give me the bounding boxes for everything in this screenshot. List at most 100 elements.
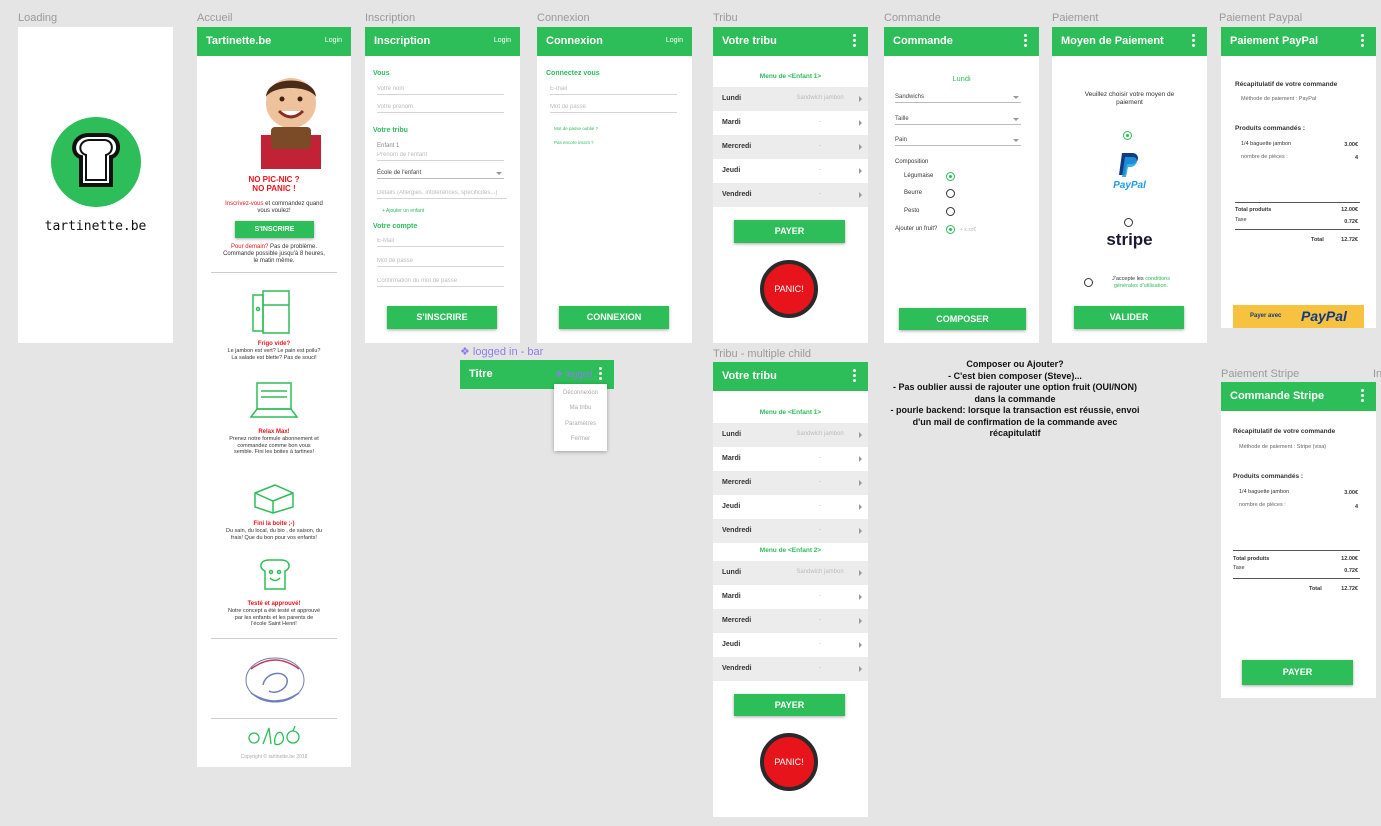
child-details-field[interactable]: Détails (Allergies, intolérences, spécif…: [377, 190, 507, 199]
menu-item-close[interactable]: Fermer: [554, 436, 607, 442]
register-link[interactable]: Pas encore inscrit ?: [554, 140, 594, 145]
menu-item-logout[interactable]: Déconnexion: [554, 390, 607, 396]
option-label-2: Beurre: [904, 190, 923, 196]
login-button[interactable]: CONNEXION: [559, 306, 669, 329]
option-radio-2[interactable]: [946, 189, 955, 198]
more-menu-icon[interactable]: [599, 367, 602, 382]
password-field[interactable]: Mot de passe: [550, 104, 677, 113]
total-value: 12.00€: [1341, 556, 1358, 562]
recap-title: Récapitulatif de votre commande: [1235, 81, 1338, 88]
bread-select[interactable]: Pain: [895, 137, 1021, 146]
day-row[interactable]: Mardi -: [713, 111, 868, 135]
pay-button[interactable]: PAYER: [734, 220, 845, 243]
paypal-button-logo: PayPal: [1301, 308, 1347, 324]
login-link[interactable]: Login: [325, 37, 342, 44]
day-row[interactable]: Mardi -: [713, 447, 868, 471]
password-field[interactable]: Mot de passe: [377, 258, 504, 267]
compose-button[interactable]: COMPOSER: [899, 308, 1026, 330]
paypal-logo-icon: [1114, 151, 1142, 179]
frame-label-inscription: Inscription: [365, 12, 416, 24]
option-radio-1[interactable]: [946, 172, 955, 181]
email-field[interactable]: E-mail: [550, 86, 677, 95]
day-meal: -: [819, 617, 821, 623]
pay-button[interactable]: PAYER: [1242, 660, 1353, 685]
app-title: Votre tribu: [722, 370, 777, 382]
copyright: Copyright © tartinette.be 2018: [240, 754, 308, 760]
feature-1-title: Frigo vide?: [257, 341, 291, 347]
option-radio-3[interactable]: [946, 207, 955, 216]
total-label: Total produits: [1233, 556, 1270, 562]
chevron-right-icon: [859, 570, 862, 576]
day-row[interactable]: Vendredi -: [713, 657, 868, 681]
day-meal: -: [819, 665, 821, 671]
panic-button[interactable]: PANIC!: [760, 733, 818, 791]
more-menu-icon[interactable]: [853, 369, 856, 384]
name-field[interactable]: Votre nom: [377, 86, 504, 95]
forgot-password-link[interactable]: Mot de passe oublié ?: [554, 126, 598, 131]
day-row[interactable]: Mercredi -: [713, 135, 868, 159]
more-menu-icon[interactable]: [1361, 389, 1364, 404]
frame-label-connexion: Connexion: [537, 12, 590, 24]
day-row[interactable]: Jeudi -: [713, 495, 868, 519]
day-row[interactable]: Vendredi -: [713, 183, 868, 207]
fruit-extra-price: + x.xx€: [960, 227, 976, 233]
day-meal: -: [819, 143, 821, 149]
paypal-pay-button[interactable]: Payer avec PayPal: [1233, 305, 1364, 328]
chevron-right-icon: [859, 432, 862, 438]
sandwich-select[interactable]: Sandwichs: [895, 94, 1021, 103]
login-link[interactable]: Login: [666, 37, 683, 44]
pieces-count: 4: [1354, 504, 1358, 510]
app-bar: Votre tribu: [713, 27, 868, 56]
add-child-link[interactable]: + Ajouter un enfant: [382, 208, 424, 214]
composition-label: Composition: [895, 159, 929, 165]
menu-item-settings[interactable]: Paramètres: [554, 421, 607, 427]
more-menu-icon[interactable]: [1192, 34, 1195, 49]
menu-item-my-tribe[interactable]: Ma tribu: [554, 405, 607, 411]
signup-button[interactable]: S'INSCRIRE: [235, 221, 314, 238]
day-meal: -: [819, 167, 821, 173]
frame-label-cut: In: [1373, 368, 1381, 380]
frame-label-tribu: Tribu: [713, 12, 738, 24]
terms-radio[interactable]: [1084, 278, 1093, 287]
app-bar: Commande: [884, 27, 1039, 56]
more-menu-icon[interactable]: [1361, 34, 1364, 49]
day-row[interactable]: Lundi Sandwich jambon: [713, 423, 868, 447]
more-menu-icon[interactable]: [1024, 34, 1027, 49]
pay-button[interactable]: PAYER: [734, 694, 845, 716]
size-select[interactable]: Taille: [895, 116, 1021, 125]
more-menu-icon[interactable]: [853, 34, 856, 49]
panic-button[interactable]: PANIC!: [760, 260, 818, 318]
validate-button[interactable]: VALIDER: [1074, 306, 1184, 329]
day-row[interactable]: Mercredi -: [713, 609, 868, 633]
password-confirm-field[interactable]: Confirmation du mot de passe: [377, 278, 504, 287]
frame-label-logged-bar: ❖ logged in - bar: [460, 346, 544, 358]
day-row[interactable]: Mardi -: [713, 585, 868, 609]
terms-link[interactable]: conditions: [1145, 276, 1170, 282]
day-row[interactable]: Lundi Sandwich jambon: [713, 561, 868, 585]
email-field[interactable]: E-Mail: [377, 238, 504, 247]
day-row[interactable]: Lundi Sandwich jambon: [713, 87, 868, 111]
signup-button[interactable]: S'INSCRIRE: [387, 306, 497, 329]
day-meal: Sandwich jambon: [796, 569, 844, 575]
day-row[interactable]: Mercredi -: [713, 471, 868, 495]
fruits-veggies-icon: [247, 724, 303, 746]
day-row[interactable]: Jeudi -: [713, 633, 868, 657]
paypal-radio[interactable]: [1123, 131, 1132, 140]
commande-screen: Commande Lundi Sandwichs Taille Pain Com…: [884, 27, 1039, 343]
login-link[interactable]: Login: [494, 37, 511, 44]
school-logo-icon: [243, 655, 307, 705]
toast-smiley-icon: [257, 557, 293, 593]
firstname-field[interactable]: Votre prénom: [377, 104, 504, 113]
paypal-wordmark: PayPal: [1113, 180, 1146, 191]
day-row[interactable]: Vendredi -: [713, 519, 868, 543]
item-name: 1/4 baguette jambon: [1239, 489, 1290, 495]
tax-value: 0.72€: [1344, 568, 1358, 574]
app-bar: Commande Stripe: [1221, 382, 1376, 411]
school-select[interactable]: École de l'enfant: [377, 170, 504, 179]
register-inline-link[interactable]: Inscrivez-vous: [225, 201, 263, 207]
day-row[interactable]: Jeudi -: [713, 159, 868, 183]
fruit-radio[interactable]: [946, 225, 955, 234]
child-firstname-field[interactable]: Prénom de l'enfant: [377, 152, 504, 161]
app-title: Commande: [893, 35, 953, 47]
stripe-radio[interactable]: [1124, 218, 1133, 227]
